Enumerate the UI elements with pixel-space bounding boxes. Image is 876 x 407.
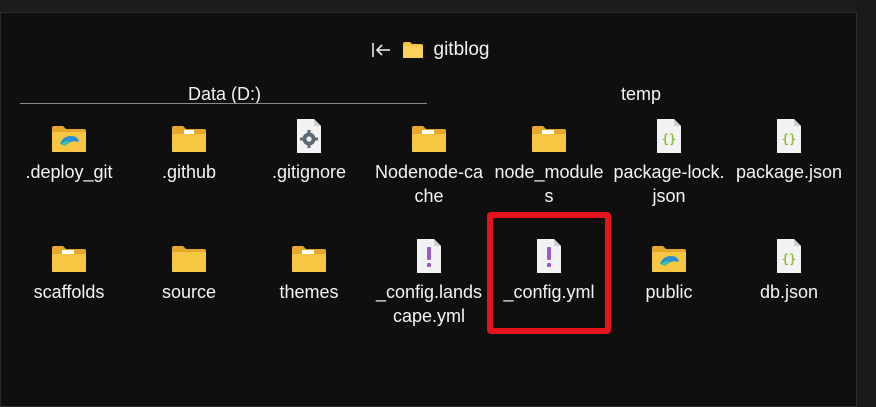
folder-icon <box>169 234 209 274</box>
file-item-gitignore[interactable]: .gitignore <box>249 114 369 184</box>
yml-file-icon <box>409 234 449 274</box>
file-item-scaffolds[interactable]: scaffolds <box>9 234 129 304</box>
file-item-themes[interactable]: themes <box>249 234 369 304</box>
file-name: package-lock.json <box>613 162 725 206</box>
folder-doc-icon <box>529 114 569 154</box>
json-file-icon: {} <box>649 114 689 154</box>
file-item-db-json[interactable]: {} db.json <box>729 234 849 304</box>
window-title: gitblog <box>433 39 490 60</box>
json-file-icon: {} <box>769 234 809 274</box>
file-name: _config.landscape.yml <box>375 282 483 326</box>
file-explorer-panel: gitblog Data (D:) temp <box>0 12 857 407</box>
collapse-left-icon[interactable] <box>370 39 392 61</box>
folder-edge-icon <box>649 234 689 274</box>
file-item-public[interactable]: public <box>609 234 729 304</box>
file-name: .deploy_git <box>25 162 113 182</box>
file-name: node_modules <box>494 162 604 206</box>
file-name: .gitignore <box>271 162 347 182</box>
folder-doc-icon <box>169 114 209 154</box>
folder-doc-icon <box>49 234 89 274</box>
file-name: scaffolds <box>33 282 105 302</box>
file-item-nodenode-cache[interactable]: Nodenode-cache <box>369 114 489 208</box>
group-header-drive[interactable]: Data (D:) <box>21 79 428 109</box>
gear-file-icon <box>289 114 329 154</box>
path-bar: gitblog <box>1 35 858 65</box>
file-item-deploy-git[interactable]: .deploy_git <box>9 114 129 184</box>
file-name: Nodenode-cache <box>374 162 484 206</box>
file-item-node-modules[interactable]: node_modules <box>489 114 609 208</box>
file-item-source[interactable]: source <box>129 234 249 304</box>
folder-doc-icon <box>289 234 329 274</box>
file-item-config-landscape-yml[interactable]: _config.landscape.yml <box>369 234 489 328</box>
file-name: .github <box>161 162 217 182</box>
svg-text:{}: {} <box>782 132 796 146</box>
folder-edge-icon <box>49 114 89 154</box>
window-edge <box>857 0 876 407</box>
group-divider <box>20 103 427 104</box>
file-item-package-json[interactable]: {} package.json <box>729 114 849 184</box>
svg-text:{}: {} <box>662 132 676 146</box>
file-name: source <box>161 282 217 302</box>
file-name: public <box>645 282 693 302</box>
highlight-box <box>487 212 611 334</box>
group-header-temp[interactable]: temp <box>561 79 721 109</box>
file-name: package.json <box>735 162 843 182</box>
file-name: themes <box>279 282 339 302</box>
folder-doc-icon <box>409 114 449 154</box>
json-file-icon: {} <box>769 114 809 154</box>
file-name: db.json <box>759 282 819 302</box>
svg-text:{}: {} <box>782 252 796 266</box>
file-item-package-lock-json[interactable]: {} package-lock.json <box>609 114 729 208</box>
folder-icon <box>402 41 424 59</box>
file-item-github[interactable]: .github <box>129 114 249 184</box>
